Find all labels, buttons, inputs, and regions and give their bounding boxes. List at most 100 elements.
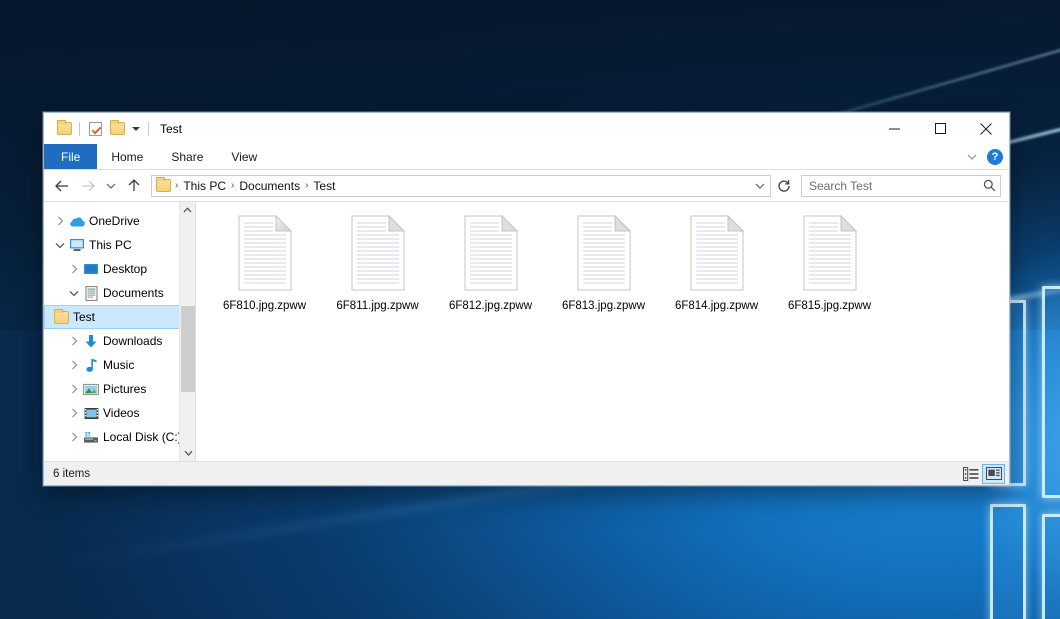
chevron-down-icon [967, 154, 977, 160]
breadcrumb-documents[interactable]: Documents [235, 179, 304, 193]
chevron-up-icon [183, 207, 192, 213]
chevron-right-icon[interactable] [66, 360, 82, 370]
search-input[interactable]: Search Test [809, 179, 983, 193]
hard-drive-icon [82, 431, 100, 444]
minimize-icon [889, 123, 900, 134]
chevron-down-icon[interactable] [66, 290, 82, 297]
qat-new-folder-button[interactable] [106, 118, 128, 140]
generic-document-icon [347, 214, 409, 292]
logo-pane [1042, 514, 1060, 619]
help-button[interactable]: ? [987, 149, 1003, 165]
folder-icon [52, 311, 70, 324]
close-button[interactable] [963, 113, 1009, 144]
tab-share[interactable]: Share [157, 144, 217, 169]
minimize-button[interactable] [871, 113, 917, 144]
maximize-button[interactable] [917, 113, 963, 144]
chevron-down-icon [106, 183, 116, 189]
file-item[interactable]: 6F815.jpg.zpww [773, 211, 886, 312]
folder-icon [156, 179, 171, 192]
divider [79, 122, 80, 136]
search-box[interactable]: Search Test [801, 175, 1001, 197]
folder-tree: OneDrive This PC [44, 202, 195, 449]
recent-locations-button[interactable] [101, 174, 121, 198]
up-button[interactable] [121, 174, 147, 198]
chevron-down-icon [184, 450, 193, 456]
chevron-right-icon[interactable] [66, 336, 82, 346]
forward-button[interactable] [75, 174, 101, 198]
pictures-icon [82, 383, 100, 396]
address-dropdown-button[interactable] [752, 183, 768, 189]
qat-customize-button[interactable] [128, 118, 144, 140]
breadcrumb-this-pc[interactable]: This PC [179, 179, 230, 193]
ribbon-tabs: File Home Share View ? [44, 144, 1009, 169]
navigation-pane-scrollbar[interactable] [179, 202, 195, 461]
sidebar-item-music[interactable]: Music [44, 353, 195, 377]
sidebar-item-local-disk-c[interactable]: Local Disk (C:) [44, 425, 195, 449]
tab-home[interactable]: Home [97, 144, 157, 169]
sidebar-item-this-pc[interactable]: This PC [44, 233, 195, 257]
generic-document-icon [686, 214, 748, 292]
navigation-pane: OneDrive This PC [44, 202, 196, 461]
chevron-right-icon[interactable] [66, 384, 82, 394]
tab-file[interactable]: File [44, 144, 97, 169]
generic-document-icon [234, 214, 296, 292]
large-icons-view-icon [986, 467, 1002, 480]
chevron-down-icon[interactable] [52, 242, 68, 249]
divider [148, 122, 149, 136]
this-pc-icon [68, 238, 86, 252]
file-item[interactable]: 6F814.jpg.zpww [660, 211, 773, 312]
expand-ribbon-button[interactable] [963, 147, 981, 167]
chevron-right-icon[interactable] [66, 408, 82, 418]
new-folder-icon [110, 122, 125, 135]
scrollbar-thumb[interactable] [181, 306, 195, 392]
tab-view[interactable]: View [217, 144, 271, 169]
file-list-area[interactable]: 6F810.jpg.zpww [196, 202, 1009, 461]
window-body: OneDrive This PC [44, 201, 1009, 461]
sidebar-item-onedrive[interactable]: OneDrive [44, 209, 195, 233]
sidebar-item-desktop[interactable]: Desktop [44, 257, 195, 281]
sidebar-item-label: Pictures [102, 382, 146, 396]
chevron-right-icon[interactable] [66, 432, 82, 442]
file-name: 6F814.jpg.zpww [675, 300, 758, 312]
file-item[interactable]: 6F813.jpg.zpww [547, 211, 660, 312]
refresh-button[interactable] [773, 175, 795, 197]
file-name: 6F810.jpg.zpww [223, 300, 306, 312]
file-name: 6F815.jpg.zpww [788, 300, 871, 312]
status-bar: 6 items [44, 461, 1009, 485]
qat-folder-button[interactable] [53, 118, 75, 140]
sidebar-item-videos[interactable]: Videos [44, 401, 195, 425]
large-icons-view-button[interactable] [982, 464, 1005, 484]
file-name: 6F813.jpg.zpww [562, 300, 645, 312]
refresh-icon [777, 179, 791, 193]
chevron-down-icon [755, 183, 765, 189]
scroll-up-button[interactable] [180, 202, 195, 218]
logo-pane [1042, 286, 1060, 498]
documents-icon [82, 286, 100, 301]
back-button[interactable] [49, 174, 75, 198]
breadcrumb[interactable]: › This PC › Documents › Test [151, 175, 771, 197]
file-item[interactable]: 6F812.jpg.zpww [434, 211, 547, 312]
sidebar-item-documents[interactable]: Documents [44, 281, 195, 305]
chevron-right-icon[interactable] [66, 264, 82, 274]
quick-access-toolbar [44, 118, 153, 140]
scroll-down-button[interactable] [180, 445, 196, 461]
sidebar-item-pictures[interactable]: Pictures [44, 377, 195, 401]
window-title: Test [160, 122, 182, 136]
file-explorer-window: Test [43, 112, 1010, 486]
file-item[interactable]: 6F811.jpg.zpww [321, 211, 434, 312]
breadcrumb-test[interactable]: Test [309, 179, 339, 193]
details-view-button[interactable] [959, 464, 982, 484]
sidebar-item-label: Music [102, 358, 134, 372]
chevron-right-icon[interactable] [52, 216, 68, 226]
file-item[interactable]: 6F810.jpg.zpww [208, 211, 321, 312]
close-icon [980, 123, 992, 135]
sidebar-item-label: Local Disk (C:) [102, 430, 182, 444]
sidebar-item-test[interactable]: Test [44, 305, 195, 329]
qat-properties-button[interactable] [84, 118, 106, 140]
music-note-icon [82, 358, 100, 373]
sidebar-item-downloads[interactable]: Downloads [44, 329, 195, 353]
generic-document-icon [460, 214, 522, 292]
file-name: 6F812.jpg.zpww [449, 300, 532, 312]
desktop: Test [0, 0, 1060, 619]
item-count: 6 items [53, 468, 90, 480]
